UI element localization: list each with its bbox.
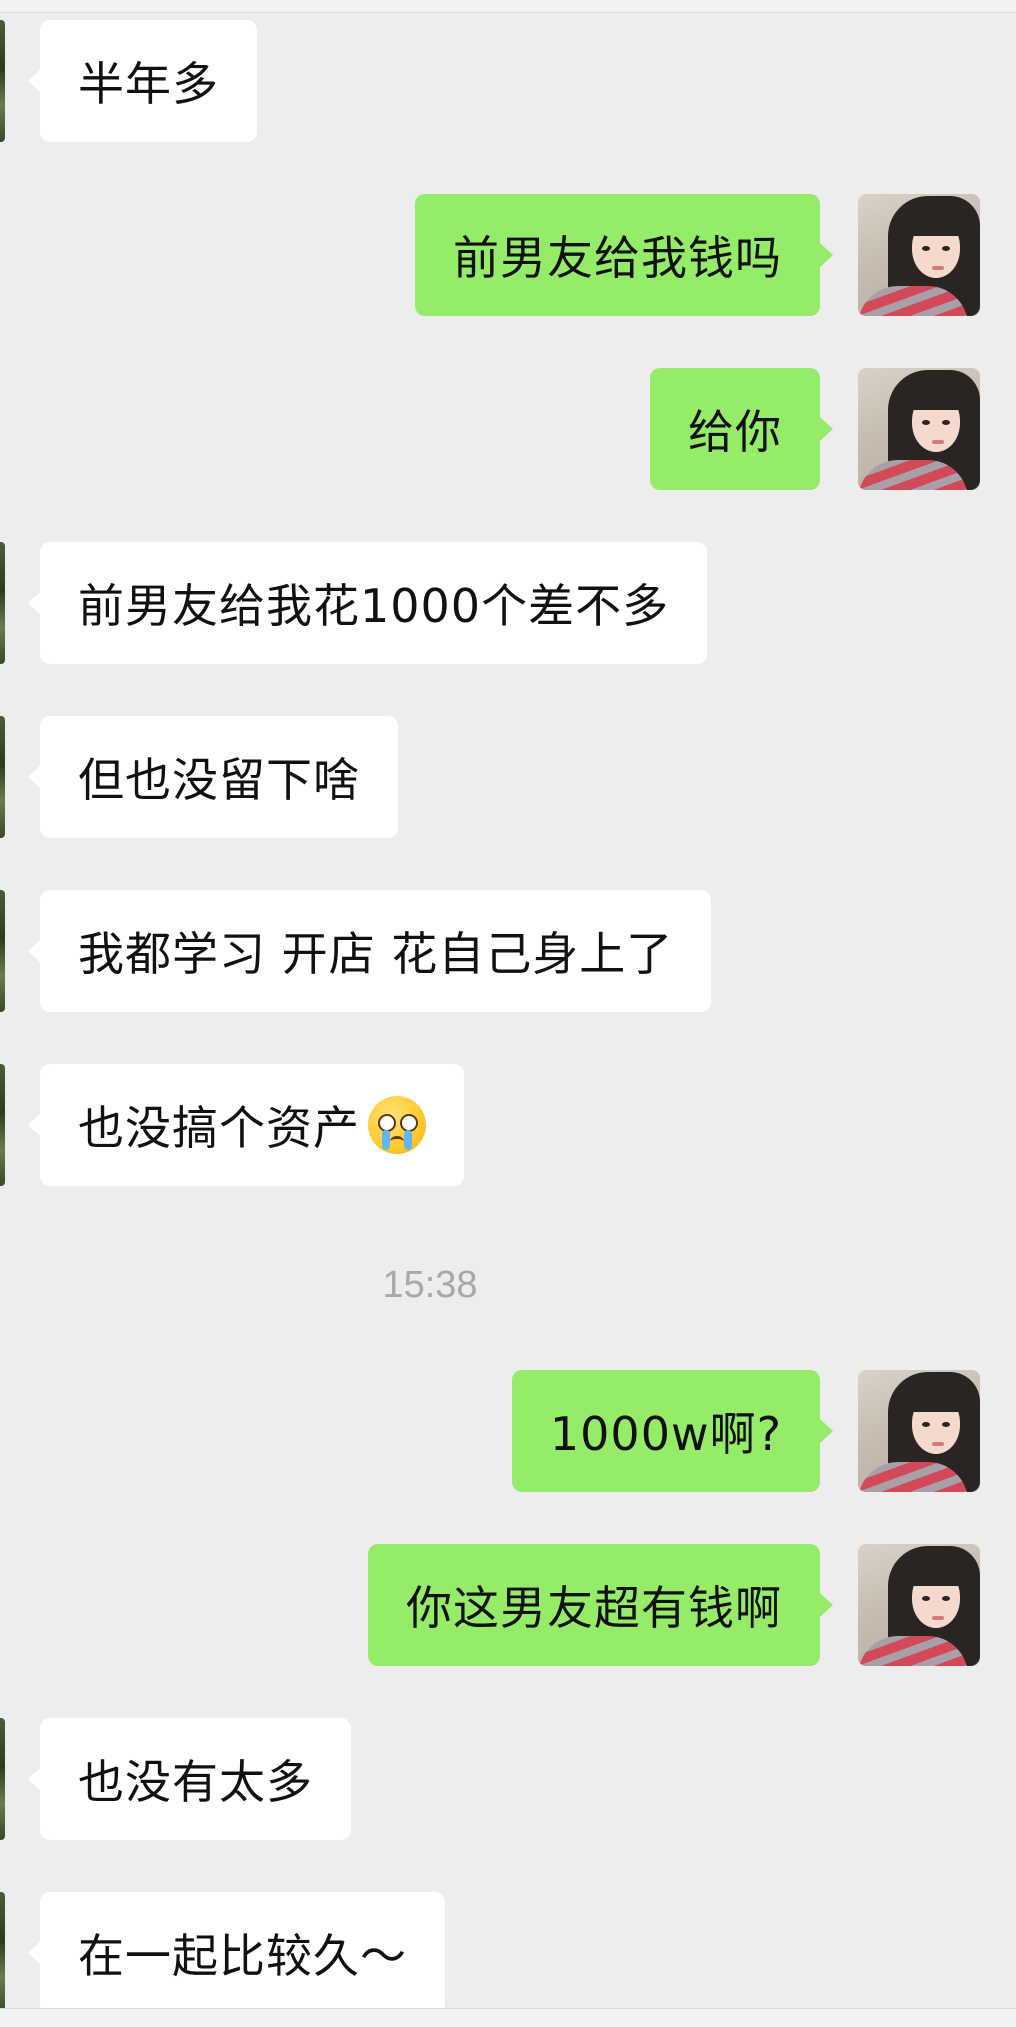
- message-text: 你这男友超有钱啊: [406, 1581, 782, 1635]
- message-row: 前男友给我花1000个差不多: [0, 542, 1016, 664]
- message-row: 半年多: [0, 20, 1016, 142]
- top-edge: [0, 0, 1016, 13]
- message-text: 1000w啊?: [549, 1407, 782, 1461]
- message-row: 也没搞个资产: [0, 1064, 1016, 1186]
- contact-avatar[interactable]: [0, 542, 5, 664]
- incoming-message-bubble[interactable]: 也没有太多: [28, 1718, 351, 1840]
- outgoing-message-bubble[interactable]: 给你: [650, 368, 833, 490]
- message-timestamp: 15:38: [382, 1264, 478, 1306]
- message-text: 在一起比较久～: [78, 1929, 407, 1983]
- incoming-message-bubble[interactable]: 半年多: [28, 20, 257, 142]
- incoming-message-bubble[interactable]: 我都学习 开店 花自己身上了: [27, 890, 712, 1012]
- outgoing-message-bubble[interactable]: 前男友给我钱吗: [415, 194, 833, 316]
- user-avatar[interactable]: [858, 1370, 980, 1492]
- outgoing-message-bubble[interactable]: 你这男友超有钱啊: [368, 1544, 833, 1666]
- incoming-message-bubble[interactable]: 但也没留下啥: [28, 716, 398, 838]
- incoming-message-bubble[interactable]: 在一起比较久～: [28, 1892, 445, 2014]
- message-row: 也没有太多: [0, 1718, 1016, 1840]
- message-text: 前男友给我钱吗: [453, 231, 782, 285]
- message-row: 你这男友超有钱啊: [0, 1544, 980, 1666]
- message-text: 但也没留下啥: [78, 753, 360, 807]
- user-avatar[interactable]: [858, 1544, 980, 1666]
- outgoing-message-bubble[interactable]: 1000w啊?: [511, 1370, 834, 1492]
- message-text: 前男友给我花1000个差不多: [78, 579, 670, 633]
- contact-avatar[interactable]: [0, 716, 5, 838]
- message-text: 半年多: [78, 57, 219, 111]
- contact-avatar[interactable]: [0, 1892, 5, 2014]
- contact-avatar[interactable]: [0, 1718, 5, 1840]
- contact-avatar[interactable]: [0, 890, 5, 1012]
- message-row: 前男友给我钱吗: [0, 194, 980, 316]
- contact-avatar[interactable]: [0, 20, 5, 142]
- message-row: 1000w啊?: [0, 1370, 980, 1492]
- message-row: 给你: [0, 368, 980, 490]
- crying-face-icon: [368, 1096, 426, 1154]
- incoming-message-bubble[interactable]: 前男友给我花1000个差不多: [27, 542, 708, 664]
- bottom-edge: [0, 2008, 1016, 2027]
- contact-avatar[interactable]: [0, 1064, 5, 1186]
- message-text: 给你: [688, 405, 782, 459]
- message-text: 也没搞个资产: [78, 1101, 360, 1155]
- user-avatar[interactable]: [858, 368, 980, 490]
- message-row: 在一起比较久～: [0, 1892, 1016, 2014]
- message-row: 但也没留下啥: [0, 716, 1016, 838]
- incoming-message-bubble[interactable]: 也没搞个资产: [28, 1064, 464, 1186]
- message-text: 也没有太多: [78, 1755, 313, 1809]
- message-row: 我都学习 开店 花自己身上了: [0, 890, 1016, 1012]
- user-avatar[interactable]: [858, 194, 980, 316]
- message-text: 我都学习 开店 花自己身上了: [78, 927, 674, 981]
